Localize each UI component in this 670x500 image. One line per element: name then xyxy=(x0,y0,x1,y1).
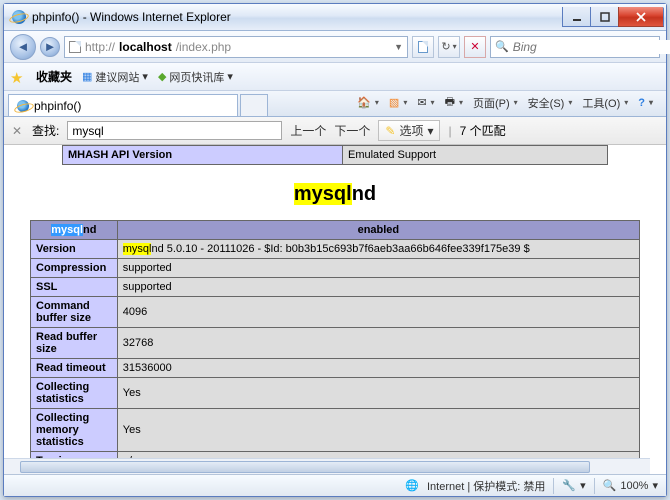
horizontal-scrollbar[interactable] xyxy=(4,458,650,474)
readmail-button[interactable]: ✉ xyxy=(414,95,437,110)
find-options-button[interactable]: ✎选项▾ xyxy=(378,120,440,141)
window-buttons xyxy=(562,7,664,27)
nav-row: ◄ ► http:// localhost/index.php ▼ ↻ ✕ 🔍 ▼ xyxy=(4,31,666,63)
address-dropdown-icon[interactable]: ▼ xyxy=(394,42,403,52)
content-area[interactable]: MHASH API Version Emulated Support mysql… xyxy=(4,145,666,474)
row-key: Compression xyxy=(31,259,118,278)
zoom-wrench-icon: 🔧 xyxy=(562,479,576,492)
url-host: localhost xyxy=(119,40,172,54)
search-glass-icon: 🔍 xyxy=(495,40,509,53)
th-enabled: enabled xyxy=(117,221,639,240)
maximize-button[interactable] xyxy=(590,7,618,27)
command-bar: 🏠 ▧ ✉ 🖶 页面(P) 安全(S) 工具(O) ? xyxy=(354,92,662,116)
row-key: Command buffer size xyxy=(31,297,118,328)
tab-title: phpinfo() xyxy=(34,99,81,113)
favorites-star-icon[interactable]: ★ xyxy=(10,69,26,85)
close-button[interactable] xyxy=(618,7,664,27)
page-menu[interactable]: 页面(P) xyxy=(470,94,521,112)
tab-favicon xyxy=(17,100,29,112)
find-close-button[interactable]: ✕ xyxy=(10,124,24,138)
forward-button[interactable]: ► xyxy=(40,37,60,57)
mysqlnd-table: mysqlnd enabled Versionmysqlnd 5.0.10 - … xyxy=(30,220,640,474)
mhash-table: MHASH API Version Emulated Support xyxy=(62,145,608,165)
home-button[interactable]: 🏠 xyxy=(354,95,382,110)
heading-suffix: nd xyxy=(352,183,376,205)
row-key: SSL xyxy=(31,278,118,297)
row-value: 4096 xyxy=(117,297,639,328)
safety-menu[interactable]: 安全(S) xyxy=(525,94,576,112)
find-label: 查找: xyxy=(32,122,59,139)
find-prev-button[interactable]: 上一个 xyxy=(290,122,326,139)
compat-icon xyxy=(418,41,428,53)
row-key: Collecting memory statistics xyxy=(31,409,118,452)
stop-button[interactable]: ✕ xyxy=(464,36,486,58)
row-key: Collecting statistics xyxy=(31,378,118,409)
heading-hl: mysql xyxy=(294,183,352,205)
row-key: Version xyxy=(31,240,118,259)
fav-slice-text: 网页快讯库 xyxy=(169,69,224,85)
find-bar: ✕ 查找: 上一个 下一个 ✎选项▾ | 7 个匹配 xyxy=(4,117,666,145)
window-title-text: phpinfo() - Windows Internet Explorer xyxy=(32,10,231,24)
page-icon xyxy=(69,41,81,53)
search-input[interactable] xyxy=(513,40,670,54)
zoom-text: 100% xyxy=(620,480,648,492)
window-title: phpinfo() - Windows Internet Explorer xyxy=(12,10,562,24)
ie-icon xyxy=(12,10,26,24)
zoom-icon: 🔍 xyxy=(603,479,617,492)
row-value: Yes xyxy=(117,378,639,409)
status-bar: 🌐 Internet | 保护模式: 禁用 🔧▾ 🔍 100%▾ xyxy=(4,474,666,496)
help-button[interactable]: ? xyxy=(635,96,656,110)
mhash-label: MHASH API Version xyxy=(63,146,343,165)
find-options-text: 选项 xyxy=(399,122,423,139)
refresh-button[interactable]: ↻ xyxy=(438,36,460,58)
new-tab-button[interactable] xyxy=(240,94,268,116)
fav-suggest-text: 建议网站 xyxy=(95,69,139,85)
tools-menu[interactable]: 工具(O) xyxy=(579,94,631,112)
status-zoom[interactable]: 🔧▾ xyxy=(562,479,585,492)
row-value: mysqlnd 5.0.10 - 20111026 - $Id: b0b3b15… xyxy=(117,240,639,259)
th-name: mysqlnd xyxy=(31,221,118,240)
minimize-button[interactable] xyxy=(562,7,590,27)
tab-row: phpinfo() 🏠 ▧ ✉ 🖶 页面(P) 安全(S) 工具(O) ? xyxy=(4,91,666,117)
back-button[interactable]: ◄ xyxy=(10,34,36,60)
url-path: /index.php xyxy=(176,40,231,54)
status-zoom-pct[interactable]: 🔍 100%▾ xyxy=(603,479,658,492)
favorites-label[interactable]: 收藏夹 xyxy=(36,68,72,85)
compat-button[interactable] xyxy=(412,36,434,58)
row-key: Read timeout xyxy=(31,359,118,378)
favorites-bar: ★ 收藏夹 ▦建议网站▾ ◆网页快讯库▾ xyxy=(4,63,666,91)
row-value: supported xyxy=(117,259,639,278)
section-heading: mysqlnd xyxy=(14,183,656,206)
row-value: 31536000 xyxy=(117,359,639,378)
find-next-button[interactable]: 下一个 xyxy=(334,122,370,139)
fav-suggest-link[interactable]: ▦建议网站▾ xyxy=(82,69,148,85)
url-prefix: http:// xyxy=(85,40,115,54)
fav-slice-link[interactable]: ◆网页快讯库▾ xyxy=(158,69,233,85)
find-matches: 7 个匹配 xyxy=(460,122,506,139)
tab-phpinfo[interactable]: phpinfo() xyxy=(8,94,238,116)
row-value: Yes xyxy=(117,409,639,452)
title-bar[interactable]: phpinfo() - Windows Internet Explorer xyxy=(4,4,666,31)
row-value: supported xyxy=(117,278,639,297)
th-name-hl: mysql xyxy=(51,224,83,236)
row-key: Read buffer size xyxy=(31,328,118,359)
status-internet-icon: 🌐 xyxy=(405,479,419,492)
status-internet-text: Internet | 保护模式: 禁用 xyxy=(427,478,545,494)
scrollbar-thumb[interactable] xyxy=(20,461,590,473)
feeds-button[interactable]: ▧ xyxy=(386,95,410,110)
print-button[interactable]: 🖶 xyxy=(442,92,466,113)
search-box[interactable]: 🔍 ▼ xyxy=(490,36,660,58)
row-value: 32768 xyxy=(117,328,639,359)
mhash-value: Emulated Support xyxy=(343,146,608,165)
address-bar[interactable]: http:// localhost/index.php ▼ xyxy=(64,36,408,58)
find-input[interactable] xyxy=(67,121,282,140)
browser-window: phpinfo() - Windows Internet Explorer ◄ … xyxy=(3,3,667,497)
